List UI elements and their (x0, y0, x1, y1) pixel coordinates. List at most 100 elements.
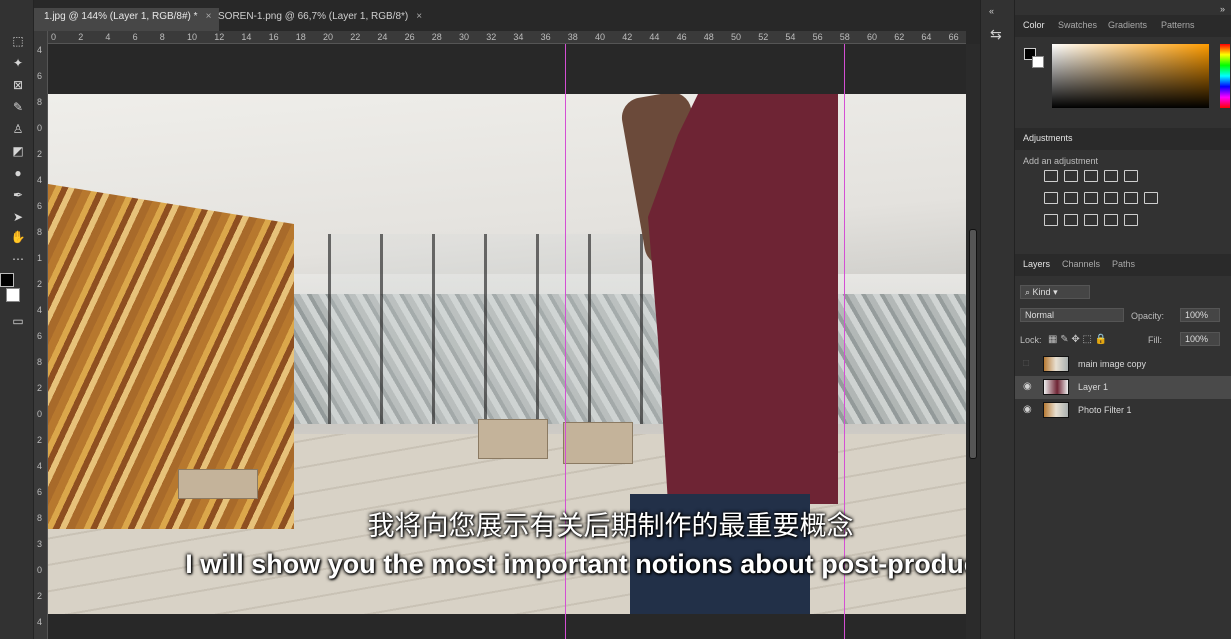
tab-gradients[interactable]: Gradients (1108, 20, 1147, 30)
lock-icons[interactable]: ▦ ✎ ✥ ⬚ 🔒 (1048, 334, 1107, 345)
adjustment-icons-row (1044, 214, 1138, 226)
posterize-icon[interactable] (1064, 214, 1078, 226)
ruler-label: 50 (731, 32, 742, 42)
ruler-label: 6 (132, 32, 138, 42)
color-panel-tabs: Color Swatches Gradients Patterns (1015, 15, 1231, 37)
eye-icon[interactable]: ◉ (1023, 404, 1032, 415)
ruler-label: 6 (37, 201, 43, 211)
ruler-label: 14 (241, 32, 252, 42)
tab-1-jpg[interactable]: 1.jpg @ 144% (Layer 1, RGB/8#) * × (34, 8, 220, 31)
layer-row[interactable]: □ main image copy (1015, 353, 1231, 376)
tab-paths[interactable]: Paths (1112, 259, 1135, 269)
color-field[interactable] (1052, 44, 1209, 108)
curves-icon[interactable] (1084, 170, 1098, 182)
collapse-arrows-icon[interactable]: « (989, 6, 994, 16)
brightness-icon[interactable] (1044, 170, 1058, 182)
tab-soren-png[interactable]: SOREN-1.png @ 66,7% (Layer 1, RGB/8*) × (208, 8, 430, 31)
tab-patterns[interactable]: Patterns (1161, 20, 1195, 30)
ruler-label: 12 (214, 32, 225, 42)
layer-filter-kind[interactable]: ⌕ Kind ▾ (1020, 285, 1090, 299)
eyedropper-icon[interactable]: ✎ (9, 98, 27, 116)
ruler-label: 8 (37, 357, 43, 367)
ruler-label: 30 (459, 32, 470, 42)
history-panel-icon[interactable]: ⇆ (990, 26, 1002, 43)
ruler-label: 4 (37, 617, 43, 627)
background-color-swatch[interactable] (6, 288, 20, 302)
path-select-icon[interactable]: ➤ (9, 208, 27, 226)
ruler-label: 0 (51, 32, 57, 42)
foreground-color-swatch[interactable] (0, 273, 14, 287)
fill-label: Fill: (1148, 335, 1162, 345)
eye-icon[interactable]: ◉ (1023, 381, 1032, 392)
fill-field[interactable]: 100% (1180, 332, 1220, 346)
pen-tool-icon[interactable]: ✒ (9, 186, 27, 204)
crop-tool-icon[interactable]: ⊠ (9, 76, 27, 94)
selective-color-icon[interactable] (1104, 214, 1118, 226)
black-white-icon[interactable] (1084, 192, 1098, 204)
ruler-label: 4 (37, 305, 43, 315)
ruler-label: 62 (894, 32, 905, 42)
ruler-label: 0 (37, 409, 43, 419)
ruler-label: 22 (350, 32, 361, 42)
hue-saturation-icon[interactable] (1044, 192, 1058, 204)
blur-tool-icon[interactable]: ● (9, 164, 27, 182)
ruler-label: 2 (78, 32, 84, 42)
tab-adjustments[interactable]: Adjustments (1023, 133, 1073, 143)
ruler-label: 2 (37, 435, 43, 445)
ruler-label: 4 (37, 45, 43, 55)
tab-layers[interactable]: Layers (1023, 259, 1050, 269)
channel-mixer-icon[interactable] (1124, 192, 1138, 204)
opacity-field[interactable]: 100% (1180, 308, 1220, 322)
fill-value: 100% (1185, 334, 1209, 344)
vertical-scrollbar[interactable] (966, 44, 980, 639)
gradient-map-icon[interactable] (1124, 214, 1138, 226)
photo-filter-icon[interactable] (1104, 192, 1118, 204)
layer-row[interactable]: ◉ Layer 1 (1015, 376, 1231, 399)
color-balance-icon[interactable] (1064, 192, 1078, 204)
stamp-tool-icon[interactable]: ♙ (9, 120, 27, 138)
more-tools-icon[interactable]: ⋯ (9, 250, 27, 268)
ruler-label: 26 (404, 32, 415, 42)
chair (563, 422, 633, 464)
marquee-tool-icon[interactable]: ⬚ (9, 32, 27, 50)
background-color-swatch[interactable] (1032, 56, 1044, 68)
ruler-label: 0 (37, 123, 43, 133)
tab-label: SOREN-1.png @ 66,7% (Layer 1, RGB/8*) (218, 11, 409, 22)
opacity-label: Opacity: (1131, 311, 1165, 321)
tab-color[interactable]: Color (1023, 20, 1045, 30)
lock-label: Lock: (1020, 335, 1042, 345)
collapsed-panel-dock: « ⇆ (980, 0, 1014, 639)
hue-slider[interactable] (1220, 44, 1230, 108)
hand-tool-icon[interactable]: ✋ (9, 228, 27, 246)
ruler-label: 6 (37, 71, 43, 81)
ruler-label: 44 (649, 32, 660, 42)
exposure-icon[interactable] (1104, 170, 1118, 182)
scrollbar-thumb[interactable] (969, 229, 977, 459)
invert-icon[interactable] (1044, 214, 1058, 226)
ruler-label: 2 (37, 279, 43, 289)
layer-name: Layer 1 (1078, 382, 1109, 392)
vibrance-icon[interactable] (1124, 170, 1138, 182)
ruler-label: 20 (323, 32, 334, 42)
blend-mode-select[interactable]: Normal (1020, 308, 1124, 322)
color-lookup-icon[interactable] (1144, 192, 1158, 204)
horizontal-ruler: 0 2 4 6 8 10 12 14 16 18 20 22 24 26 28 30 32 34 36 38 40 42 4… (48, 31, 966, 44)
close-icon[interactable]: × (416, 11, 422, 22)
magic-wand-icon[interactable]: ✦ (9, 54, 27, 72)
tab-channels[interactable]: Channels (1062, 259, 1100, 269)
tab-swatches[interactable]: Swatches (1058, 20, 1097, 30)
visibility-toggle[interactable]: □ (1023, 358, 1029, 369)
eraser-icon[interactable]: ◩ (9, 142, 27, 160)
ruler-label: 2 (37, 591, 43, 601)
layer-row[interactable]: ◉ Photo Filter 1 (1015, 399, 1231, 422)
expand-arrows-icon[interactable]: » (1220, 4, 1225, 14)
tab-label: 1.jpg @ 144% (Layer 1, RGB/8#) * (44, 11, 198, 22)
ruler-label: 8 (37, 97, 43, 107)
levels-icon[interactable] (1064, 170, 1078, 182)
ruler-label: 52 (758, 32, 769, 42)
ruler-label: 24 (377, 32, 388, 42)
ruler-label: 4 (37, 461, 43, 471)
screen-mode-icon[interactable]: ▭ (9, 312, 27, 330)
threshold-icon[interactable] (1084, 214, 1098, 226)
ruler-label: 58 (839, 32, 850, 42)
